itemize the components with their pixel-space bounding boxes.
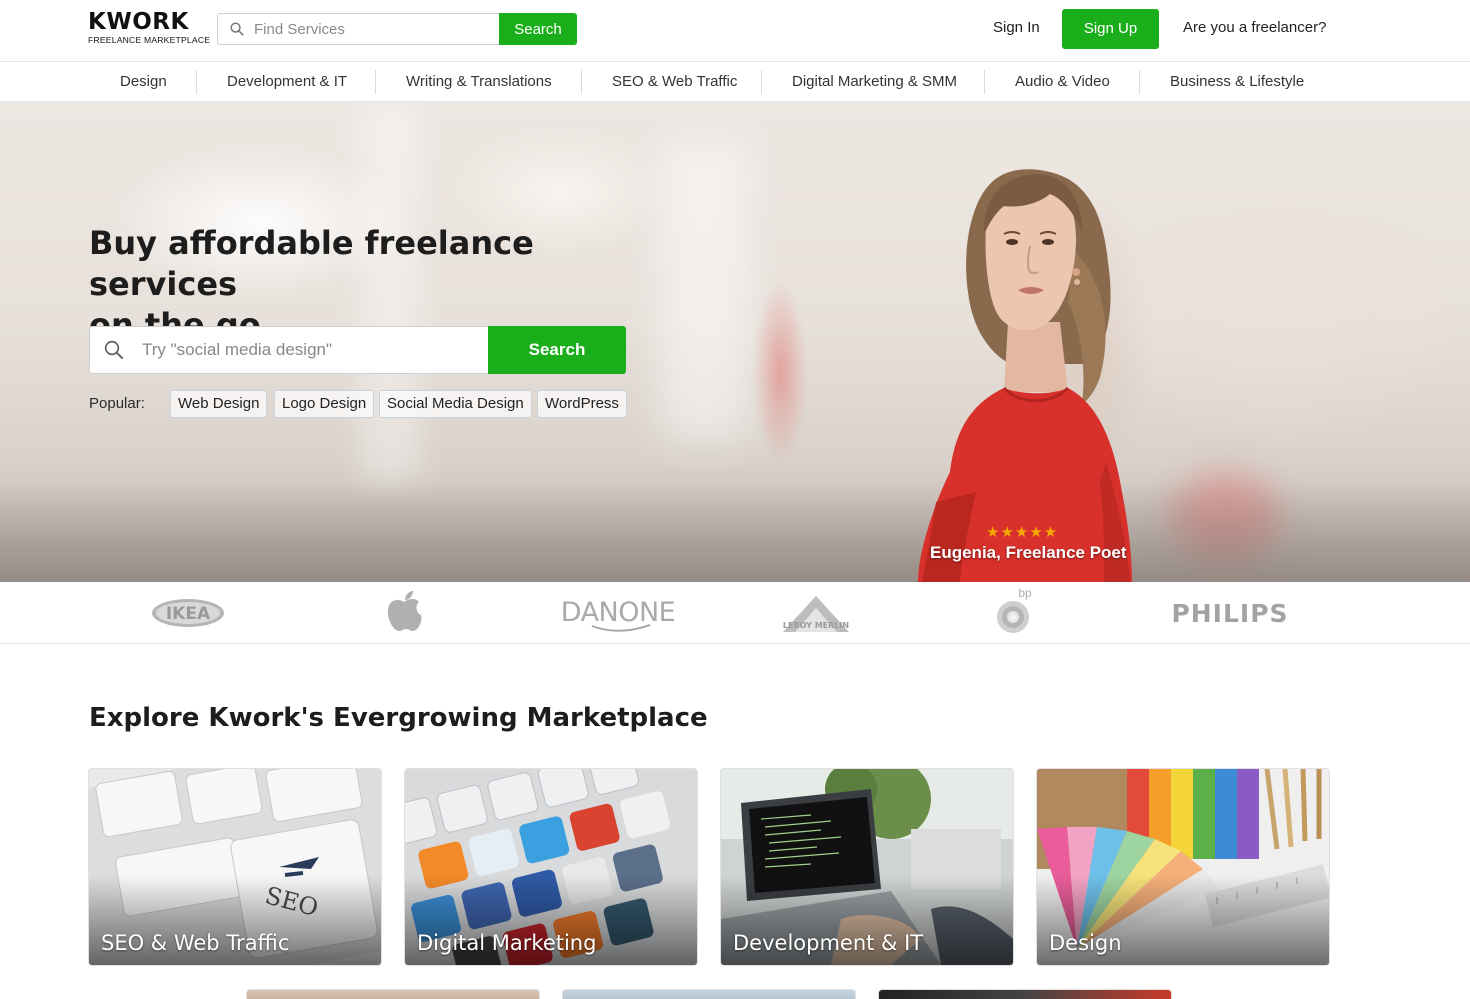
nav-item-seo-web-traffic[interactable]: SEO & Web Traffic bbox=[612, 62, 737, 101]
hero-banner: Buy affordable freelance services on the… bbox=[0, 102, 1470, 582]
nav-divider bbox=[1139, 70, 1140, 94]
nav-divider bbox=[581, 70, 582, 94]
category-card-label: Development & IT bbox=[733, 931, 924, 955]
nav-item-writing-translations[interactable]: Writing & Translations bbox=[406, 62, 552, 101]
hero-title-line1: Buy affordable freelance services bbox=[89, 224, 534, 303]
hero-search: Search bbox=[89, 326, 626, 374]
category-card-label: SEO & Web Traffic bbox=[101, 931, 290, 955]
hero-search-box bbox=[89, 326, 489, 374]
bp-sunflower-icon: bp bbox=[997, 586, 1032, 633]
category-card-partial[interactable] bbox=[247, 990, 539, 999]
explore-title: Explore Kwork's Evergrowing Marketplace bbox=[89, 703, 708, 733]
category-card-label: Digital Marketing bbox=[417, 931, 597, 955]
nav-item-audio-video[interactable]: Audio & Video bbox=[1015, 62, 1110, 101]
sign-up-button[interactable]: Sign Up bbox=[1062, 9, 1159, 49]
header-search-box bbox=[217, 13, 500, 45]
hero-background-floor bbox=[0, 482, 1470, 582]
apple-logo-icon bbox=[387, 591, 422, 631]
nav-item-design[interactable]: Design bbox=[120, 62, 167, 101]
category-card-development-it[interactable]: Development & IT bbox=[721, 769, 1013, 965]
top-header: KWORK FREELANCE MARKETPLACE Search Sign … bbox=[0, 0, 1470, 61]
logo-tagline: FREELANCE MARKETPLACE bbox=[88, 35, 211, 45]
popular-label: Popular: bbox=[89, 395, 145, 412]
logo-wordmark: KWORK bbox=[88, 9, 189, 35]
category-card-partial[interactable] bbox=[879, 990, 1171, 999]
hero-search-button[interactable]: Search bbox=[488, 326, 626, 374]
category-card-partial[interactable] bbox=[563, 990, 855, 999]
nav-item-digital-marketing-smm[interactable]: Digital Marketing & SMM bbox=[792, 62, 957, 101]
rating-stars: ★★★★★ bbox=[986, 524, 1059, 541]
hero-search-input[interactable] bbox=[142, 327, 482, 373]
brand-philips-text: PHILIPS bbox=[1171, 599, 1288, 628]
popular-tag-web-design[interactable]: Web Design bbox=[170, 390, 268, 418]
freelancer-portrait bbox=[918, 169, 1132, 582]
freelancer-caption: Eugenia, Freelance Poet bbox=[930, 543, 1127, 563]
brand-leroy-merlin-text: LEROY MERLIN bbox=[783, 621, 849, 630]
nav-divider bbox=[984, 70, 985, 94]
header-search-input[interactable] bbox=[254, 14, 494, 44]
nav-divider bbox=[196, 70, 197, 94]
brand-leroy-merlin: LEROY MERLIN bbox=[783, 596, 849, 632]
kwork-logo[interactable]: KWORK FREELANCE MARKETPLACE bbox=[88, 9, 211, 50]
nav-item-business-lifestyle[interactable]: Business & Lifestyle bbox=[1170, 62, 1304, 101]
sign-in-link[interactable]: Sign In bbox=[993, 19, 1040, 36]
hero-background-blur bbox=[660, 142, 750, 442]
category-nav: Design Development & IT Writing & Transl… bbox=[0, 61, 1470, 102]
search-icon bbox=[230, 22, 244, 36]
header-search-button[interactable]: Search bbox=[499, 13, 577, 45]
category-card-digital-marketing[interactable]: Digital Marketing bbox=[405, 769, 697, 965]
brand-bp-text: bp bbox=[1018, 586, 1032, 600]
category-card-design[interactable]: Design bbox=[1037, 769, 1329, 965]
brand-ikea: IKEA bbox=[152, 599, 224, 627]
search-icon bbox=[104, 340, 123, 359]
brand-philips: PHILIPS bbox=[1171, 599, 1288, 628]
brand-danone-text: DANONE bbox=[561, 597, 676, 628]
brand-danone: DANONE bbox=[561, 597, 676, 632]
client-brands: IKEA DANONE LEROY MERLIN bp PHILIPS bbox=[0, 582, 1470, 644]
nav-divider bbox=[761, 70, 762, 94]
header-search: Search bbox=[217, 13, 577, 45]
category-card-label: Design bbox=[1049, 931, 1122, 955]
popular-tag-wordpress[interactable]: WordPress bbox=[537, 390, 627, 418]
category-card-seo[interactable]: SEO SEO & Web Traffic bbox=[89, 769, 381, 965]
freelancer-name: Eugenia, bbox=[930, 543, 1001, 562]
nav-divider bbox=[375, 70, 376, 94]
freelancer-link[interactable]: Are you a freelancer? bbox=[1183, 19, 1326, 36]
popular-tag-social-media-design[interactable]: Social Media Design bbox=[379, 390, 532, 418]
nav-item-development-it[interactable]: Development & IT bbox=[227, 62, 347, 101]
popular-tag-logo-design[interactable]: Logo Design bbox=[274, 390, 375, 418]
freelancer-role: Freelance Poet bbox=[1005, 543, 1127, 562]
brand-ikea-text: IKEA bbox=[166, 604, 211, 624]
